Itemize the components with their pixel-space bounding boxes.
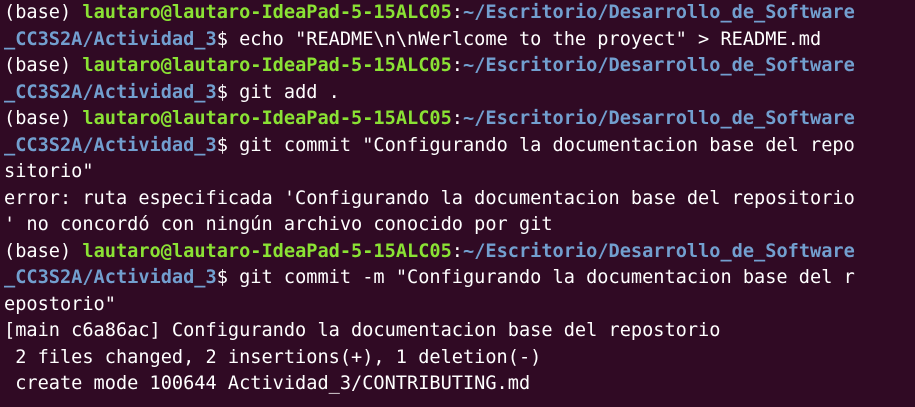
terminal-line: _CC3S2A/Actividad_3$ git add .	[4, 80, 915, 107]
conda-env: (base)	[4, 240, 83, 262]
terminal-line: ' no concordó con ningún archivo conocid…	[4, 212, 915, 239]
prompt-path: _CC3S2A/Actividad_3	[4, 28, 217, 50]
prompt-user-host: lautaro@lautaro-IdeaPad-5-15ALC05	[82, 108, 452, 129]
prompt-user-host: lautaro@lautaro-IdeaPad-5-15ALC05	[82, 55, 452, 76]
prompt-path: _CC3S2A/Actividad_3	[4, 81, 217, 103]
prompt-path: ~/Escritorio/Desarrollo_de_Software	[463, 108, 855, 129]
terminal-window[interactable]: (base) lautaro@lautaro-IdeaPad-5-15ALC05…	[0, 0, 915, 407]
conda-env: (base)	[4, 55, 83, 76]
terminal-line: sitorio"	[4, 159, 915, 186]
terminal-line: (base) lautaro@lautaro-IdeaPad-5-15ALC05…	[4, 53, 915, 80]
prompt-user-host: lautaro@lautaro-IdeaPad-5-15ALC05	[82, 2, 452, 23]
terminal-line: 2 files changed, 2 insertions(+), 1 dele…	[4, 345, 915, 372]
command-text: $ git add .	[216, 81, 340, 103]
terminal-line: create mode 100644 Actividad_3/CONTRIBUT…	[4, 371, 915, 398]
terminal-line: [main c6a86ac] Configurando la documenta…	[4, 318, 915, 345]
prompt-path: ~/Escritorio/Desarrollo_de_Software	[463, 2, 855, 23]
prompt-path: _CC3S2A/Actividad_3	[4, 267, 217, 288]
command-text: epostorio"	[4, 293, 116, 315]
terminal-line: (base) lautaro@lautaro-IdeaPad-5-15ALC05…	[4, 239, 915, 266]
prompt-colon: :	[451, 55, 463, 76]
prompt-path: ~/Escritorio/Desarrollo_de_Software	[463, 55, 855, 76]
terminal-line: (base) lautaro@lautaro-IdeaPad-5-15ALC05…	[4, 0, 915, 27]
terminal-line: _CC3S2A/Actividad_3$ echo "README\n\nWer…	[4, 27, 915, 54]
command-text: $ git commit -m "Configurando la documen…	[216, 267, 855, 288]
command-text: $ git commit "Configurando la documentac…	[216, 134, 855, 156]
prompt-colon: :	[451, 108, 463, 129]
terminal-line: epostorio"	[4, 292, 915, 319]
terminal-line: error: ruta especificada 'Configurando l…	[4, 186, 915, 213]
conda-env: (base)	[4, 2, 83, 23]
commit-output: [main c6a86ac] Configurando la documenta…	[4, 320, 721, 341]
command-text: sitorio"	[4, 161, 94, 182]
terminal-line: _CC3S2A/Actividad_3$ git commit -m "Conf…	[4, 265, 915, 292]
prompt-path: _CC3S2A/Actividad_3	[4, 134, 217, 156]
prompt-colon: :	[451, 2, 463, 23]
terminal-line: _CC3S2A/Actividad_3$ git commit "Configu…	[4, 133, 915, 160]
error-output: error: ruta especificada 'Configurando l…	[4, 187, 855, 209]
commit-output: 2 files changed, 2 insertions(+), 1 dele…	[4, 346, 542, 368]
terminal-line: (base) lautaro@lautaro-IdeaPad-5-15ALC05…	[4, 106, 915, 133]
prompt-path: ~/Escritorio/Desarrollo_de_Software	[463, 240, 855, 262]
commit-output: create mode 100644 Actividad_3/CONTRIBUT…	[4, 373, 531, 394]
prompt-user-host: lautaro@lautaro-IdeaPad-5-15ALC05	[82, 240, 452, 262]
command-text: $ echo "README\n\nWerlcome to the proyec…	[216, 28, 822, 50]
prompt-colon: :	[451, 240, 463, 262]
conda-env: (base)	[4, 108, 83, 129]
error-output: ' no concordó con ningún archivo conocid…	[4, 214, 553, 235]
